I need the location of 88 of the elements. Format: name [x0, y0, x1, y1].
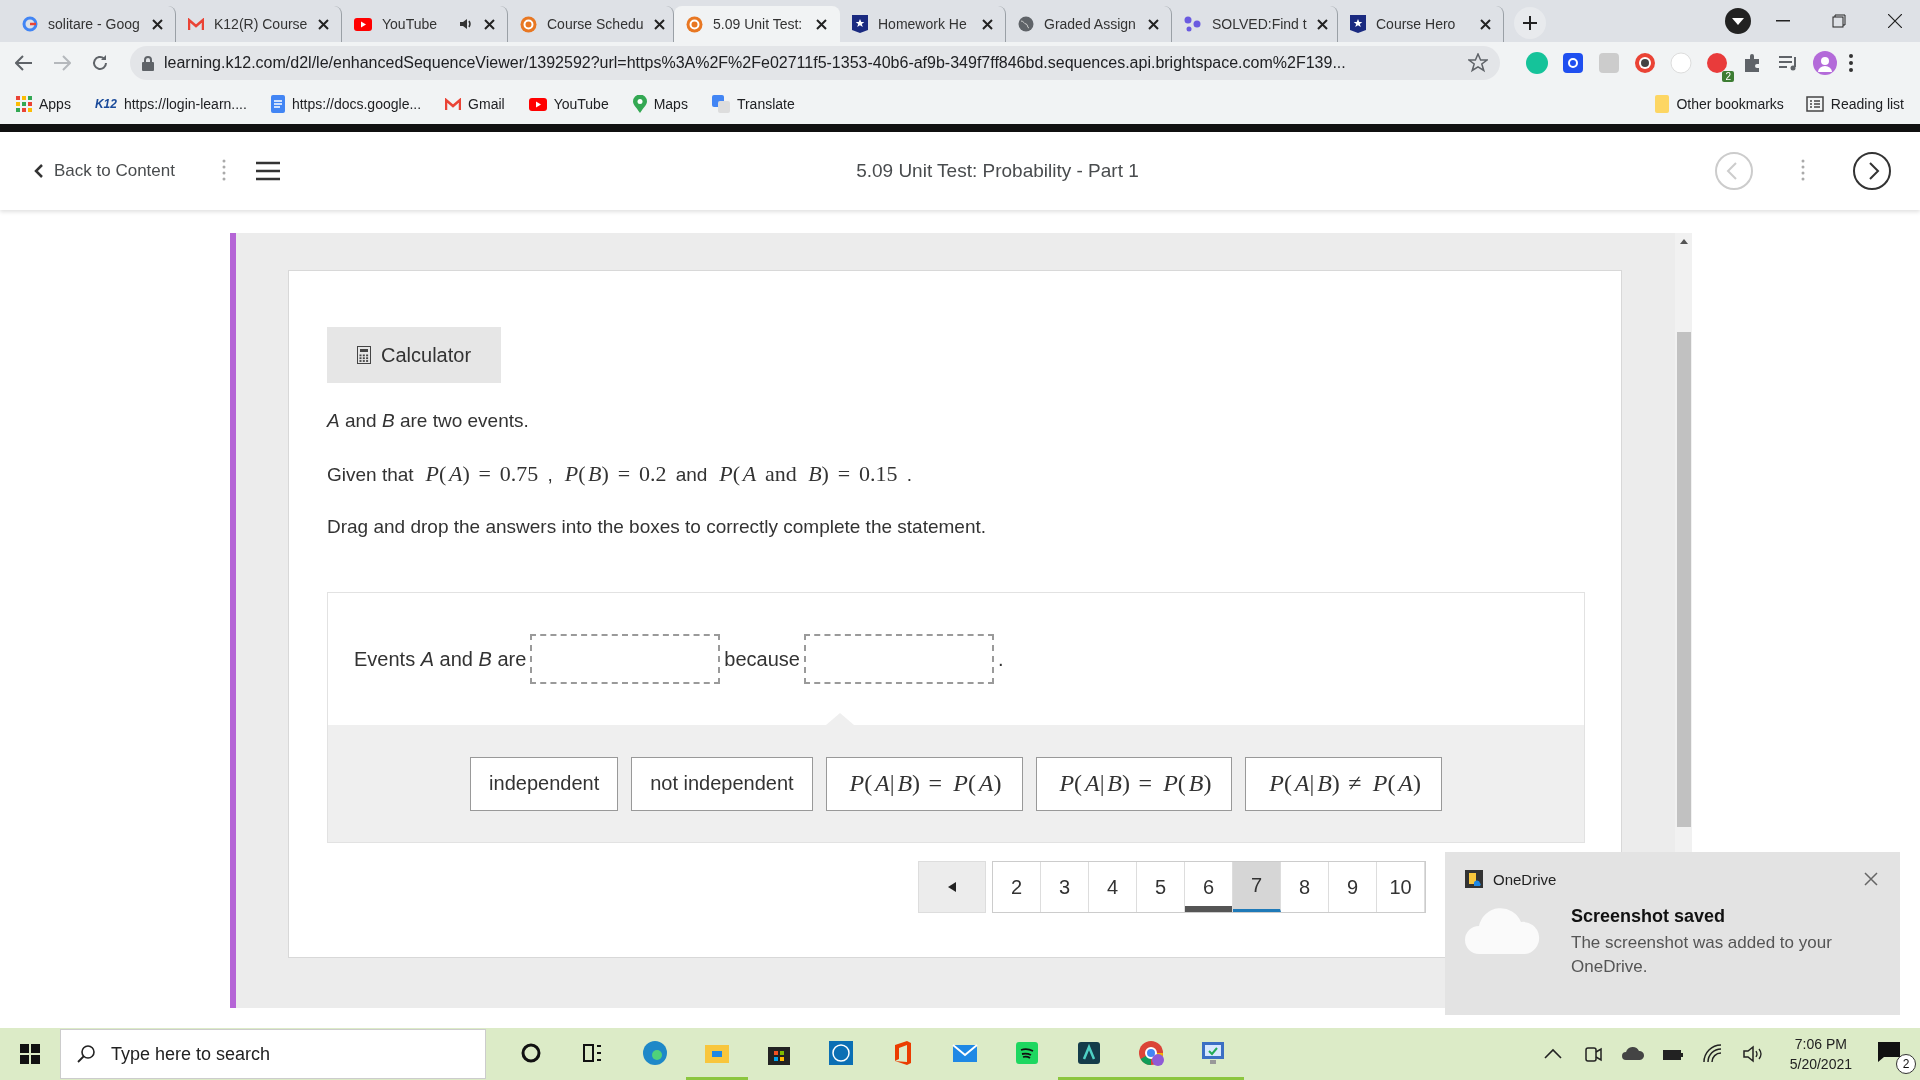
close-icon[interactable] [982, 18, 993, 30]
answer-tile[interactable]: independent [470, 756, 619, 811]
statement-text: because [724, 647, 800, 671]
browser-tab[interactable]: 5.09 Unit Test: [674, 6, 840, 42]
chrome-icon[interactable] [1137, 1038, 1165, 1067]
chevron-left-icon [34, 163, 44, 179]
answer-tile[interactable]: P(A|B) = P(A) [825, 756, 1023, 811]
scrollbar-thumb[interactable] [1676, 332, 1691, 827]
apps-grid-icon [16, 96, 32, 112]
answer-tile[interactable]: P(A|B) ≠ P(A) [1245, 756, 1442, 811]
answer-tile[interactable]: not independent [631, 756, 813, 811]
caret-left-icon [948, 882, 956, 892]
forward-arrow-icon [53, 55, 71, 71]
question-text: Given that P(A) = 0.75 , P(B) = 0.2 and P(A and B) = 0.15 . [327, 461, 913, 488]
page-button[interactable]: 7 [1233, 862, 1281, 912]
bookmark[interactable]: Apps [14, 94, 73, 114]
page-button[interactable]: 6 [1185, 862, 1233, 912]
onedrive-app-icon [1465, 870, 1483, 888]
globe-icon [1018, 16, 1034, 32]
back-arrow-icon [15, 55, 33, 71]
speaker-icon[interactable] [460, 18, 474, 30]
bookmark[interactable]: Reading list [1803, 93, 1906, 115]
close-icon[interactable] [1480, 18, 1491, 30]
calculator-button[interactable]: Calculator [327, 327, 502, 383]
bookmark[interactable]: Translate [709, 93, 797, 115]
mail-icon [188, 17, 204, 31]
bookmark[interactable]: K12 https://login-learn.... [92, 94, 249, 114]
page-title: 5.09 Unit Test: Probability - Part 1 [855, 160, 1140, 182]
mail-icon [445, 97, 462, 111]
search-field[interactable]: Type here to search [60, 1029, 486, 1079]
close-icon[interactable] [1316, 18, 1328, 30]
menu-icon[interactable] [254, 160, 281, 182]
calculator-icon [357, 346, 371, 364]
windows-logo-icon [20, 1044, 40, 1064]
clock[interactable]: 7:06 PM 5/20/2021 [1779, 1034, 1862, 1074]
bookmark[interactable]: Gmail [443, 94, 507, 114]
bookmark[interactable]: Maps [630, 93, 690, 115]
question-text: A and B are two events. [327, 409, 530, 433]
address-bar[interactable]: learning.k12.com/d2l/le/enhancedSequenceViewer/1392592?url=https%3A%2F%2Fe02711f5-1353-40b6-af9b-349f7ff846bd.sequences.api.brightspace.com%2F139... [130, 46, 1500, 80]
close-icon [1888, 14, 1902, 28]
profile-dropdown-icon[interactable] [1724, 7, 1752, 35]
close-icon[interactable] [653, 18, 665, 30]
star-shield-icon [852, 15, 868, 33]
statement-text: Events A and B are [354, 647, 527, 671]
plus-icon [1522, 15, 1538, 31]
extension-badge: 2 [1722, 71, 1734, 82]
close-icon[interactable] [816, 18, 827, 30]
scroll-up-arrow-icon[interactable] [1678, 237, 1689, 245]
play-icon [354, 17, 372, 31]
drop-zone[interactable] [530, 634, 721, 684]
minimize-icon [1776, 20, 1790, 22]
lock-icon [142, 55, 154, 71]
star-icon[interactable] [1468, 53, 1488, 73]
reading-list-icon [1805, 96, 1824, 112]
notification-count: 2 [1896, 1054, 1916, 1074]
notification-app-name: OneDrive [1493, 870, 1557, 888]
next-button[interactable] [1852, 151, 1892, 191]
map-pin-icon [632, 95, 647, 113]
k12-logo: K12 [94, 97, 117, 111]
more-icon[interactable] [1848, 53, 1854, 73]
translate-icon [711, 95, 730, 113]
back-to-content-link[interactable]: Back to Content [28, 160, 181, 182]
restore-icon [1832, 14, 1846, 28]
browser-icon[interactable] [641, 1038, 669, 1067]
bookmark[interactable]: Other bookmarks [1653, 93, 1786, 115]
notification-message: The screenshot was added to your OneDrive. [1571, 932, 1833, 978]
statement-text: . [997, 647, 1004, 671]
notification-title: Screenshot saved [1571, 906, 1727, 927]
instruction-text: Drag and drop the answers into the boxes to correctly complete the statement. [327, 515, 988, 539]
star-shield-icon [1350, 15, 1366, 33]
reload-icon [91, 54, 109, 72]
notification-toast[interactable]: OneDrive Screenshot saved The screenshot was added to your OneDrive. [1445, 852, 1900, 1015]
drop-zone[interactable] [803, 634, 994, 684]
close-icon[interactable] [1148, 18, 1159, 30]
document-icon [270, 95, 285, 113]
new-tab-button[interactable] [1514, 7, 1546, 39]
close-icon[interactable] [152, 18, 163, 30]
play-icon [528, 97, 547, 111]
molecule-dots-icon [1184, 16, 1202, 32]
answer-tile[interactable]: P(A|B) = P(B) [1035, 756, 1233, 811]
extension-icon[interactable] [1560, 50, 1586, 76]
extension-icon[interactable] [1632, 50, 1658, 76]
folder-icon [1655, 95, 1670, 113]
notifications-icon[interactable] [1876, 1040, 1902, 1064]
close-icon[interactable] [484, 18, 495, 30]
bookmark[interactable]: YouTube [526, 94, 611, 114]
bookmark[interactable]: https://docs.google... [268, 93, 424, 115]
close-icon[interactable] [318, 18, 329, 30]
